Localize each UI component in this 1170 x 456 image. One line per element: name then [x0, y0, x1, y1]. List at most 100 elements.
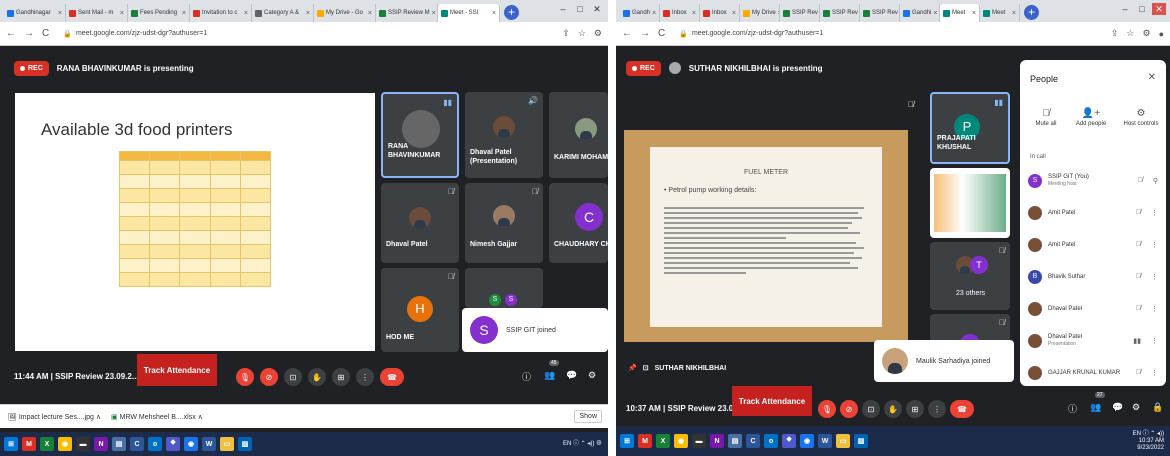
chrome2-taskbar-icon[interactable]: ◉	[800, 434, 814, 448]
start-icon[interactable]: ⊞	[4, 437, 18, 451]
close-icon[interactable]: ×	[306, 10, 310, 17]
browser-tab[interactable]: SSIP Rev×	[860, 4, 900, 22]
app-taskbar-icon[interactable]: ▤	[112, 437, 126, 451]
more-options-icon[interactable]: ⋮	[1151, 209, 1158, 217]
end-call-button[interactable]: ☎	[380, 368, 404, 386]
browser-tab[interactable]: Gandhi ×	[900, 4, 940, 22]
close-icon[interactable]: ×	[652, 10, 656, 17]
excel-taskbar-icon[interactable]: X	[40, 437, 54, 451]
participant-tile[interactable]	[930, 168, 1010, 238]
browser-tab[interactable]: Inbox ×	[660, 4, 700, 22]
participant-tile[interactable]: KARIMI MOHAM	[549, 92, 608, 178]
gmail-taskbar-icon[interactable]: M	[638, 434, 652, 448]
mic-off-icon[interactable]: 🎙̸	[1136, 305, 1141, 313]
close-icon[interactable]: ×	[732, 10, 736, 17]
share-icon[interactable]: ⇪	[1111, 28, 1119, 39]
captions-button[interactable]: ⊡	[862, 400, 880, 418]
photos-taskbar-icon[interactable]: ▨	[238, 437, 252, 451]
close-icon[interactable]: ×	[492, 10, 496, 17]
chat-icon[interactable]: 💬	[1112, 402, 1123, 413]
c-taskbar-icon[interactable]: C	[746, 434, 760, 448]
minimize-icon[interactable]: –	[556, 3, 570, 15]
star-icon[interactable]: ☆	[578, 28, 586, 39]
close-icon[interactable]: ×	[244, 10, 248, 17]
camera-off-button[interactable]: ⊘	[260, 368, 278, 386]
participant-tile[interactable]: 🔊 Dhaval Patel (Presentation)	[465, 92, 543, 178]
activities-icon[interactable]: ⚙	[1132, 402, 1140, 413]
present-button[interactable]: ⊞	[332, 368, 350, 386]
close-icon[interactable]: ×	[120, 10, 124, 17]
browser-tab[interactable]: Gandhinagar ×	[4, 4, 66, 22]
maximize-icon[interactable]: □	[573, 3, 587, 15]
participant-tile[interactable]: ▮▮ RANA BHAVINKUMAR	[381, 92, 459, 178]
word-taskbar-icon[interactable]: W	[818, 434, 832, 448]
word-taskbar-icon[interactable]: W	[202, 437, 216, 451]
close-icon[interactable]: ×	[972, 10, 976, 17]
mic-off-button[interactable]: 🎙	[818, 400, 836, 418]
download-item[interactable]: ▣ MRW Mehsheel B....xlsx ∧	[111, 413, 203, 421]
url-field[interactable]: 🔒 meet.google.com/zjz-udst-dgr?authuser=1	[57, 26, 554, 42]
add-people-button[interactable]: 👤+ Add people	[1068, 108, 1114, 127]
new-tab-button[interactable]: +	[504, 5, 519, 20]
participant-row[interactable]: Amit Patel 🎙̸ ⋮	[1028, 200, 1158, 226]
participant-tile[interactable]: ▮▮ P PRAJAPATI KHUSHAL	[930, 92, 1010, 164]
browser-tab-active[interactable]: Meet - SSI ×	[438, 4, 500, 22]
browser-tab[interactable]: Invitation to c ×	[190, 4, 252, 22]
download-item[interactable]: 🖼 Impact lecture Ses....jpg ∧	[8, 413, 101, 421]
mic-off-icon[interactable]: 🎙̸	[1136, 369, 1141, 377]
participant-row[interactable]: Amit Patel 🎙̸ ⋮	[1028, 232, 1158, 258]
participant-tile[interactable]: 🎙̸ Dhaval Patel	[381, 183, 459, 263]
lock-icon[interactable]: 🔒	[1152, 402, 1163, 413]
captions-button[interactable]: ⊡	[284, 368, 302, 386]
mic-off-button[interactable]: 🎙	[236, 368, 254, 386]
browser-tab-active[interactable]: Meet ×	[940, 4, 980, 22]
back-arrow-icon[interactable]: ←	[6, 28, 16, 39]
profile-icon[interactable]: ●	[1159, 29, 1164, 39]
participant-row[interactable]: Dhaval Patel 🎙̸ ⋮	[1028, 296, 1158, 322]
browser-tab[interactable]: SSIP Rev×	[820, 4, 860, 22]
maximize-icon[interactable]: □	[1135, 3, 1149, 15]
c-taskbar-icon[interactable]: C	[130, 437, 144, 451]
raise-hand-button[interactable]: ✋	[884, 400, 902, 418]
more-options-icon[interactable]: ⋮	[1151, 337, 1158, 345]
terminal-taskbar-icon[interactable]: ▬	[692, 434, 706, 448]
more-options-button[interactable]: ⋮	[928, 400, 946, 418]
gmail-taskbar-icon[interactable]: M	[22, 437, 36, 451]
browser-tab[interactable]: Fees Pending ×	[128, 4, 190, 22]
close-icon[interactable]: ×	[182, 10, 186, 17]
browser-tab[interactable]: Sent Mail - m ×	[66, 4, 128, 22]
mic-off-icon[interactable]: 🎙̸	[1136, 273, 1141, 281]
browser-tab[interactable]: Gandh ×	[620, 4, 660, 22]
minimize-icon[interactable]: –	[1118, 3, 1132, 15]
info-icon[interactable]: ⓘ	[522, 370, 531, 383]
participant-tile[interactable]: C CHAUDHARY CH	[549, 183, 608, 263]
browser-tab[interactable]: My Drive×	[740, 4, 780, 22]
more-options-icon[interactable]: ⋮	[1151, 305, 1158, 313]
extensions-icon[interactable]: ⚙	[594, 28, 602, 39]
new-tab-button[interactable]: +	[1024, 5, 1039, 20]
browser-tab[interactable]: Category A & ×	[252, 4, 314, 22]
participant-row[interactable]: B Bhavik Suthar 🎙̸ ⋮	[1028, 264, 1158, 290]
info-icon[interactable]: ⓘ	[1068, 402, 1077, 415]
camera-off-button[interactable]: ⊘	[840, 400, 858, 418]
raise-hand-button[interactable]: ✋	[308, 368, 326, 386]
onenote-taskbar-icon[interactable]: N	[94, 437, 108, 451]
browser-tab[interactable]: My Drive - Go ×	[314, 4, 376, 22]
reload-icon[interactable]: C	[42, 28, 49, 39]
onenote-taskbar-icon[interactable]: N	[710, 434, 724, 448]
teams-taskbar-icon[interactable]: ⯁	[782, 434, 796, 448]
more-options-icon[interactable]: ⋮	[1151, 241, 1158, 249]
folder-taskbar-icon[interactable]: ▭	[836, 434, 850, 448]
outlook-taskbar-icon[interactable]: o	[764, 434, 778, 448]
excel-taskbar-icon[interactable]: X	[656, 434, 670, 448]
activities-icon[interactable]: ⚙	[588, 370, 596, 381]
participant-tile[interactable]: 🎙̸ Nimesh Gajjar	[465, 183, 543, 263]
participant-tile[interactable]: 🎙̸ H HOD ME	[381, 268, 459, 352]
browser-tab[interactable]: Inbox ×	[700, 4, 740, 22]
outlook-taskbar-icon[interactable]: o	[148, 437, 162, 451]
browser-tab[interactable]: SSIP Review M ×	[376, 4, 438, 22]
back-arrow-icon[interactable]: ←	[622, 28, 632, 39]
chrome-taskbar-icon[interactable]: ◉	[674, 434, 688, 448]
mic-off-icon[interactable]: 🎙̸	[1138, 177, 1143, 185]
more-options-button[interactable]: ⋮	[356, 368, 374, 386]
